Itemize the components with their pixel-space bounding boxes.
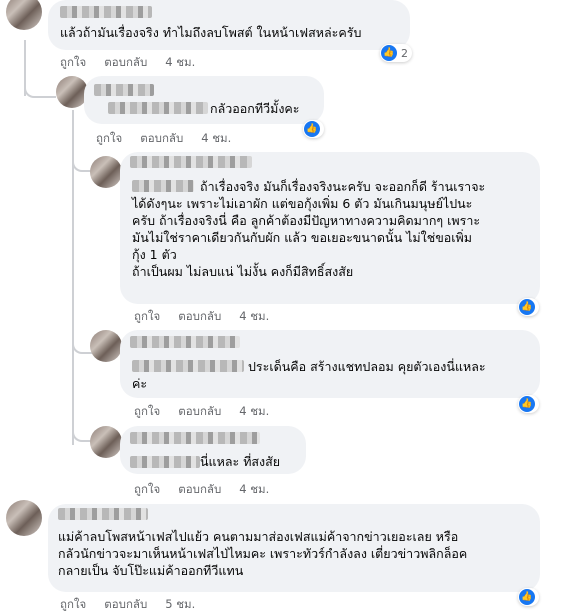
thumbs-up-icon: 👍 — [304, 121, 320, 137]
timestamp[interactable]: 4 ชม. — [239, 481, 269, 499]
like-button[interactable]: ถูกใจ — [96, 130, 122, 148]
timestamp[interactable]: 4 ชม. — [201, 130, 231, 148]
reaction-badge[interactable]: 👍 — [518, 395, 539, 413]
reaction-count: 2 — [401, 46, 408, 60]
author-name-blurred[interactable] — [130, 156, 252, 168]
timestamp[interactable]: 4 ชม. — [239, 308, 269, 326]
like-button[interactable]: ถูกใจ — [60, 54, 86, 72]
comment-text: กลัวออกทีวีมั้งคะ — [210, 101, 300, 116]
reply-button[interactable]: ตอบกลับ — [178, 403, 221, 421]
author-name-blurred[interactable] — [130, 432, 260, 444]
like-button[interactable]: ถูกใจ — [134, 481, 160, 499]
like-button[interactable]: ถูกใจ — [134, 403, 160, 421]
reaction-badge[interactable]: 👍 2 — [380, 44, 412, 62]
comment-actions: ถูกใจ ตอบกลับ 4 ชม. — [134, 481, 269, 499]
comment-text: แม่ค้าลบโพสหน้าเฟสไปแย้ว คนตามมาส่องเฟสแ… — [58, 529, 468, 578]
reaction-badge[interactable]: 👍 — [518, 588, 539, 606]
thread-elbow — [24, 60, 56, 98]
timestamp[interactable]: 4 ชม. — [165, 54, 195, 72]
comment-actions: ถูกใจ ตอบกลับ 4 ชม. — [96, 130, 231, 148]
author-name-blurred[interactable] — [94, 84, 154, 96]
author-name-blurred[interactable] — [130, 456, 200, 468]
author-name-blurred[interactable] — [108, 102, 208, 114]
avatar[interactable] — [6, 0, 42, 30]
reply-button[interactable]: ตอบกลับ — [104, 596, 147, 614]
comment-actions: ถูกใจ ตอบกลับ 4 ชม. — [60, 54, 195, 72]
comment-text: แล้วถ้ามันเรื่องจริง ทำไมถึงลบโพสต์ ในหน… — [60, 25, 362, 40]
like-button[interactable]: ถูกใจ — [134, 308, 160, 326]
thumbs-up-icon: 👍 — [519, 589, 535, 605]
comment-actions: ถูกใจ ตอบกลับ 5 ชม. — [60, 596, 195, 614]
comment-text: ประเด็นคือ สร้างแชทปลอม คุยตัวเองนี่แหละ… — [132, 359, 486, 391]
reaction-badge[interactable]: 👍 — [518, 298, 539, 316]
comment-bubble: ถ้าเรื่องจริง มันก็เรื่องจริงนะครับ จะออ… — [120, 152, 540, 304]
comment-bubble: แม่ค้าลบโพสหน้าเฟสไปแย้ว คนตามมาส่องเฟสแ… — [48, 504, 540, 592]
author-name-blurred[interactable] — [130, 336, 240, 348]
reply-button[interactable]: ตอบกลับ — [178, 481, 221, 499]
reply-button[interactable]: ตอบกลับ — [178, 308, 221, 326]
comment-bubble: ประเด็นคือ สร้างแชทปลอม คุยตัวเองนี่แหละ… — [120, 330, 540, 398]
reply-button[interactable]: ตอบกลับ — [104, 54, 147, 72]
reaction-badge[interactable]: 👍 — [303, 120, 324, 138]
comment-actions: ถูกใจ ตอบกลับ 4 ชม. — [134, 403, 269, 421]
timestamp[interactable]: 4 ชม. — [239, 403, 269, 421]
author-name-blurred[interactable] — [60, 6, 152, 18]
comment-bubble: นี่แหละ ที่สงสัย — [120, 426, 306, 474]
comment-bubble: แล้วถ้ามันเรื่องจริง ทำไมถึงลบโพสต์ ในหน… — [48, 0, 410, 50]
thumbs-up-icon: 👍 — [381, 45, 397, 61]
thumbs-up-icon: 👍 — [519, 299, 535, 315]
avatar[interactable] — [90, 156, 122, 188]
author-name-blurred[interactable] — [58, 508, 148, 520]
thumbs-up-icon: 👍 — [519, 396, 535, 412]
avatar[interactable] — [90, 330, 122, 362]
comment-bubble: กลัวออกทีวีมั้งคะ — [84, 76, 324, 124]
avatar[interactable] — [90, 426, 122, 458]
comment-text: ถ้าเรื่องจริง มันก็เรื่องจริงนะครับ จะออ… — [132, 179, 486, 279]
timestamp[interactable]: 5 ชม. — [165, 596, 195, 614]
comment-actions: ถูกใจ ตอบกลับ 4 ชม. — [134, 308, 269, 326]
like-button[interactable]: ถูกใจ — [60, 596, 86, 614]
avatar[interactable] — [6, 500, 42, 536]
comment-text: นี่แหละ ที่สงสัย — [200, 454, 281, 469]
reply-button[interactable]: ตอบกลับ — [140, 130, 183, 148]
